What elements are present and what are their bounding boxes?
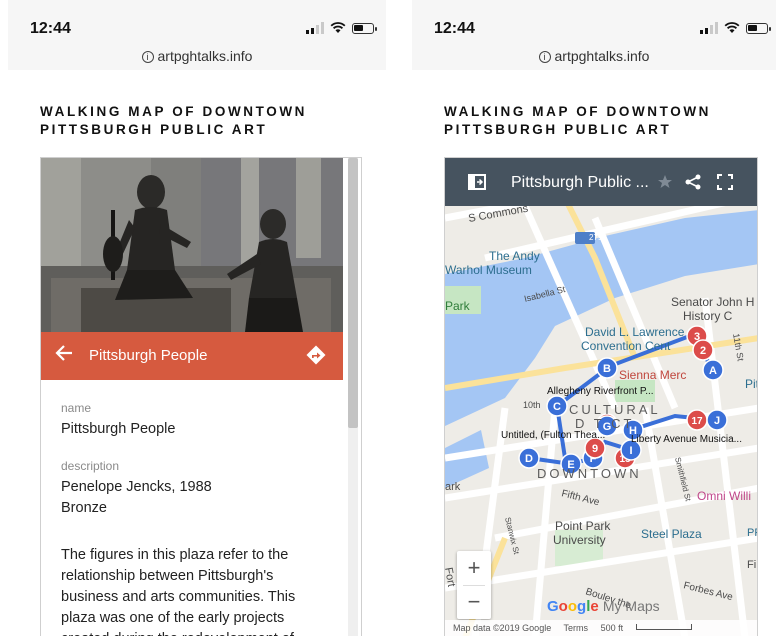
share-icon[interactable] — [683, 172, 703, 192]
scale-label: 500 ft — [600, 623, 624, 633]
map-label-tenth: 10th — [523, 400, 541, 410]
url-bar[interactable]: i artpghtalks.info — [412, 48, 776, 64]
sidebar-toggle-icon[interactable] — [467, 172, 487, 192]
map-marker-b[interactable]: B — [596, 357, 618, 379]
map-label-university: University — [553, 533, 606, 547]
map-label-park: Park — [445, 299, 471, 313]
map-label-omni: Omni Willi — [697, 489, 751, 503]
map-label-district: D T CT — [575, 416, 634, 431]
info-icon: i — [141, 51, 154, 63]
embedded-map[interactable]: 32ABC9GH17JDEF915I S Commons 279 The And… — [444, 157, 758, 636]
map-label-pp: PP — [747, 527, 758, 539]
description-line2: Bronze — [61, 500, 107, 516]
zoom-in-button[interactable]: + — [457, 551, 491, 585]
directions-icon[interactable] — [306, 345, 326, 365]
map-marker-j[interactable]: J — [706, 409, 728, 431]
name-value: Pittsburgh People — [61, 421, 176, 437]
map-label-pit: Pit — [745, 377, 758, 391]
attribution-text: Map data ©2019 Google — [453, 623, 552, 633]
wifi-icon — [724, 22, 740, 33]
browser-bar: 12:44 i artpghtalks.info — [8, 0, 386, 70]
back-arrow-icon[interactable] — [55, 344, 73, 366]
map-marker-c[interactable]: C — [546, 395, 568, 417]
battery-icon — [746, 22, 771, 34]
map-marker-17[interactable]: 17 — [686, 409, 708, 431]
map-marker-d[interactable]: D — [518, 447, 540, 469]
svg-text:B: B — [603, 363, 611, 375]
map-marker-2[interactable]: 2 — [692, 339, 714, 361]
my-maps-label: My Maps — [602, 598, 660, 614]
map-canvas[interactable]: 32ABC9GH17JDEF915I S Commons 279 The And… — [445, 158, 758, 636]
map-label-allegheny: Allegheny Riverfront P... — [547, 386, 654, 397]
map-attribution: Map data ©2019 Google Terms 500 ft — [445, 620, 757, 636]
browser-bar: 12:44 i artpghtalks.info — [412, 0, 776, 70]
scrollbar-thumb[interactable] — [348, 158, 358, 428]
description-label: description — [61, 459, 120, 473]
zoom-out-button[interactable]: − — [457, 585, 491, 619]
map-marker-9[interactable]: 9 — [584, 437, 606, 459]
status-icons — [306, 20, 377, 36]
phone-right: 12:44 i artpghtalks.info WALKING MAP OF D… — [412, 0, 776, 636]
map-label-fi: Fi — [747, 559, 756, 571]
page-title: WALKING MAP OF DOWNTOWN PITTSBURGH PUBLI… — [444, 104, 712, 137]
clock: 12:44 — [30, 20, 71, 37]
scale-bar — [635, 624, 692, 630]
status-icons — [700, 20, 771, 36]
map-label-andy: The Andy — [489, 249, 540, 263]
artwork-info-card: Pittsburgh People name Pittsburgh People… — [40, 157, 362, 636]
phone-left: 12:44 i artpghtalks.info WALKING MAP OF D… — [8, 0, 386, 636]
description-text: The figures in this plaza refer to the r… — [61, 547, 296, 636]
zoom-controls: + − — [457, 551, 491, 619]
page-title: WALKING MAP OF DOWNTOWN PITTSBURGH PUBLI… — [40, 104, 308, 137]
url-text: artpghtalks.info — [157, 48, 253, 64]
url-text: artpghtalks.info — [554, 48, 650, 64]
map-label-ark: ark — [445, 481, 461, 493]
map-title: Pittsburgh Public ... — [511, 174, 649, 191]
svg-text:D: D — [525, 453, 533, 465]
svg-text:17: 17 — [691, 416, 703, 427]
clock: 12:44 — [434, 20, 475, 37]
signal-icon — [700, 22, 718, 34]
map-label-downtown: DOWNTOWN — [537, 466, 642, 481]
card-header: Pittsburgh People — [41, 332, 343, 380]
map-label-untitled: Untitled, (Fulton Thea... — [501, 430, 605, 441]
map-label-convention2: Convention Cent — [581, 339, 671, 353]
map-marker-a[interactable]: A — [702, 359, 724, 381]
battery-icon — [352, 22, 377, 34]
terms-link[interactable]: Terms — [564, 623, 589, 633]
map-label-fort: Fort — [445, 566, 457, 587]
description-line1: Penelope Jencks, 1988 — [61, 479, 212, 495]
map-label-steel-plaza: Steel Plaza — [641, 527, 702, 541]
artwork-photo — [41, 158, 343, 332]
map-label-andy2: Warhol Museum — [445, 263, 532, 277]
map-label-senator: Senator John H — [671, 295, 754, 309]
map-label-history: History C — [683, 309, 733, 323]
card-body: name Pittsburgh People description Penel… — [61, 398, 331, 636]
map-label-cultural: CULTURAL — [569, 402, 661, 417]
map-label-point-park: Point Park — [555, 519, 611, 533]
svg-text:I: I — [629, 445, 632, 457]
name-label: name — [61, 401, 92, 415]
info-icon: i — [538, 51, 551, 63]
svg-text:C: C — [553, 401, 561, 413]
card-title: Pittsburgh People — [89, 347, 208, 364]
map-label-convention1: David L. Lawrence — [585, 325, 685, 339]
star-icon[interactable] — [655, 172, 675, 192]
svg-text:9: 9 — [592, 443, 598, 455]
svg-text:J: J — [714, 415, 720, 427]
map-toolbar: Pittsburgh Public ... — [445, 158, 757, 206]
google-logo: Google My Maps — [547, 598, 660, 615]
wifi-icon — [330, 22, 346, 33]
map-label-route: 279 — [589, 233, 603, 242]
signal-icon — [306, 22, 324, 34]
url-bar[interactable]: i artpghtalks.info — [8, 48, 386, 64]
map-label-liberty: Liberty Avenue Musicia... — [631, 434, 742, 445]
svg-text:2: 2 — [700, 345, 706, 357]
svg-text:A: A — [709, 365, 717, 377]
map-label-sienna: Sienna Merc — [619, 368, 686, 382]
fullscreen-icon[interactable] — [715, 172, 735, 192]
